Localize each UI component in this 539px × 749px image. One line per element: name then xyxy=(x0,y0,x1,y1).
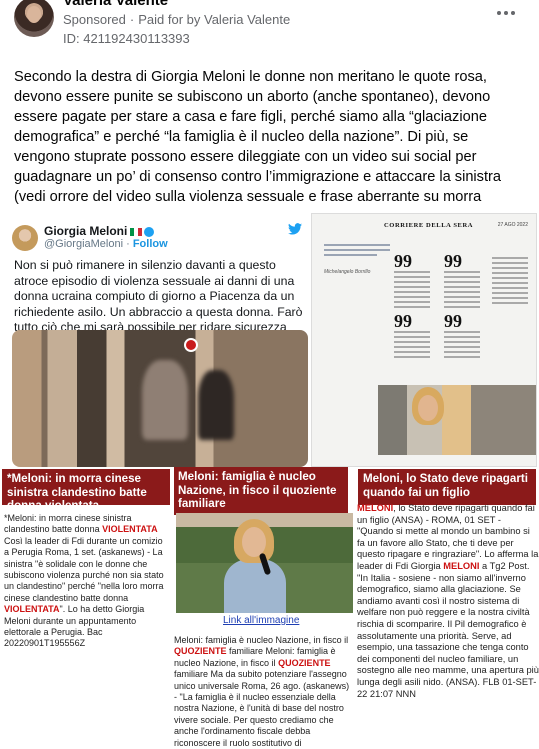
more-horizontal-icon[interactable] xyxy=(495,8,517,18)
tweet-follow-link: Follow xyxy=(132,238,168,250)
sponsored-label[interactable]: Sponsored xyxy=(63,12,126,27)
sponsored-meta: Sponsored · Paid for by Valeria Valente xyxy=(63,12,290,27)
paid-for-by: Paid for by Valeria Valente xyxy=(138,12,291,27)
article-text: Così la leader di Fdi durante un comizio… xyxy=(4,535,164,603)
post-body-text: Secondo la destra di Giorgia Meloni le d… xyxy=(14,69,502,225)
tweet-dot: · xyxy=(126,238,130,250)
article-highlight: MELONI xyxy=(443,560,480,571)
article-highlight: VIOLENTATA xyxy=(102,524,158,535)
article-body: MELONI, lo Stato deve ripagarti quando f… xyxy=(357,503,539,700)
author-avatar[interactable] xyxy=(14,0,54,37)
newspaper-masthead: CORRIERE DELLA SERA xyxy=(384,222,474,229)
ad-id: ID: 421192430113393 xyxy=(63,31,190,46)
tweet-author-name: Giorgia Meloni xyxy=(44,224,155,238)
verified-badge-icon xyxy=(144,226,155,237)
no-entry-sign-icon xyxy=(184,338,198,352)
article-photo xyxy=(176,513,353,613)
article-body: *Meloni: in morra cinese sinistra clande… xyxy=(4,513,170,650)
italy-flag-icon xyxy=(130,227,143,236)
blurred-figure xyxy=(142,360,188,440)
tweet-handle: @GiorgiaMeloni xyxy=(44,238,124,250)
tweet-avatar xyxy=(12,225,38,251)
author-name[interactable]: Valeria Valente xyxy=(63,0,168,9)
article-headline: Meloni, lo Stato deve ripagarti quando f… xyxy=(358,469,536,505)
newspaper-column xyxy=(492,254,528,307)
post-header: Valeria Valente Sponsored · Paid for by … xyxy=(0,0,539,60)
article-highlight: MELONI xyxy=(357,503,394,513)
tweet-handle-line: @GiorgiaMeloni · Follow xyxy=(44,238,168,250)
post-image[interactable]: Giorgia Meloni @GiorgiaMeloni · Follow N… xyxy=(0,207,539,749)
newspaper-column: 99 99 xyxy=(394,252,430,361)
meta-separator: · xyxy=(129,12,135,27)
twitter-bird-icon xyxy=(288,223,302,235)
article-headline: *Meloni: in morra cinese sinistra clande… xyxy=(2,469,170,512)
newspaper-clipping: CORRIERE DELLA SERA 27 AGO 2022 Michelan… xyxy=(311,213,537,467)
article-text: familiare Ma da subito potenziare l'asse… xyxy=(174,669,350,748)
tweet-video-thumbnail xyxy=(12,330,308,467)
image-link: Link all'immagine xyxy=(223,615,300,626)
tweet-name-text: Giorgia Meloni xyxy=(44,224,128,238)
newspaper-byline: Michelangelo Borrillo xyxy=(324,269,371,275)
newspaper-photo xyxy=(378,385,536,455)
article-body: Meloni: famiglia è nucleo Nazione, in fi… xyxy=(174,635,352,749)
article-highlight: VIOLENTATA xyxy=(4,604,60,615)
blurred-figure xyxy=(198,370,234,440)
newspaper-column: 99 99 xyxy=(444,252,480,361)
newspaper-lead-lines xyxy=(324,244,390,259)
newspaper-date: 27 AGO 2022 xyxy=(497,222,528,228)
embedded-tweet: Giorgia Meloni @GiorgiaMeloni · Follow N… xyxy=(4,213,308,467)
article-highlight: QUOZIENTE xyxy=(174,646,227,657)
article-headline: Meloni: famiglia è nucleo Nazione, in fi… xyxy=(174,467,348,515)
article-text: Meloni: famiglia è nucleo Nazione, in fi… xyxy=(174,635,349,645)
article-text: a Tg2 Post. "In Italia - sosiene - non s… xyxy=(357,560,539,699)
article-highlight: QUOZIENTE xyxy=(278,657,331,668)
